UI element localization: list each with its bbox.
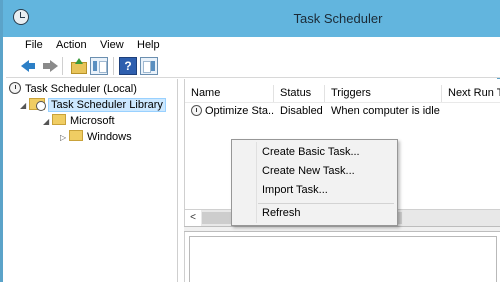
console-tree: Task Scheduler (Local) ◢ Task Scheduler L… — [6, 79, 178, 282]
folder-icon — [69, 130, 83, 141]
task-clock-icon — [191, 105, 202, 116]
tree-item-windows[interactable]: ▷ Windows — [60, 129, 132, 145]
tree-item-microsoft[interactable]: ◢ Microsoft — [43, 113, 115, 129]
toolbar-separator — [113, 57, 114, 75]
toolbar: ? — [6, 54, 500, 78]
forward-arrow-icon[interactable] — [41, 57, 59, 75]
menu-action[interactable]: Action — [56, 37, 87, 54]
back-arrow-icon[interactable] — [20, 57, 38, 75]
menu-item-refresh[interactable]: Refresh — [262, 204, 301, 222]
show-hide-action-pane-icon[interactable] — [140, 57, 158, 75]
menu-bar: File Action View Help — [6, 37, 500, 54]
task-scheduler-window: Task Scheduler File Action View Help ? T… — [0, 0, 500, 282]
task-status: Disabled — [280, 105, 323, 117]
menu-view[interactable]: View — [100, 37, 124, 54]
menu-help[interactable]: Help — [137, 37, 160, 54]
column-header-triggers[interactable]: Triggers — [325, 85, 442, 102]
tree-item-task-scheduler-library[interactable]: ◢ Task Scheduler Library — [20, 97, 166, 113]
menu-item-create-basic-task[interactable]: Create Basic Task... — [262, 143, 360, 161]
expander-expanded-icon[interactable]: ◢ — [43, 114, 52, 130]
task-details-pane — [184, 232, 500, 282]
menu-item-create-new-task[interactable]: Create New Task... — [262, 162, 355, 180]
expander-collapsed-icon[interactable]: ▷ — [60, 130, 69, 146]
task-name-cell: Optimize Sta... — [191, 103, 274, 119]
menu-file[interactable]: File — [25, 37, 43, 54]
clock-icon — [9, 82, 21, 94]
tree-item-label: Task Scheduler Library — [48, 98, 166, 112]
task-details-frame — [189, 236, 497, 282]
task-name: Optimize Sta... — [205, 105, 274, 117]
library-folder-icon — [29, 98, 46, 111]
help-icon[interactable]: ? — [119, 57, 137, 75]
task-next-run — [448, 103, 500, 119]
tree-item-label: Task Scheduler (Local) — [25, 83, 137, 95]
title-bar[interactable]: Task Scheduler — [3, 0, 500, 37]
column-header-next-run-time[interactable]: Next Run Tim — [442, 85, 500, 102]
up-one-level-icon[interactable] — [69, 57, 87, 75]
tree-item-label: Microsoft — [70, 115, 115, 127]
folder-icon — [52, 114, 66, 125]
show-hide-console-tree-icon[interactable] — [90, 57, 108, 75]
tree-item-task-scheduler-local[interactable]: Task Scheduler (Local) — [9, 81, 137, 97]
toolbar-separator — [62, 57, 63, 75]
task-triggers: When computer is idle — [331, 105, 440, 117]
window-title: Task Scheduler — [293, 11, 383, 26]
menu-gutter — [256, 142, 257, 223]
scroll-left-arrow-icon[interactable]: < — [185, 210, 201, 226]
tree-item-label: Windows — [87, 131, 132, 143]
column-header-name[interactable]: Name — [185, 85, 274, 102]
column-header-status[interactable]: Status — [274, 85, 325, 102]
context-menu: Create Basic Task... Create New Task... … — [231, 139, 398, 226]
menu-item-import-task[interactable]: Import Task... — [262, 181, 328, 199]
expander-expanded-icon[interactable]: ◢ — [20, 98, 29, 114]
